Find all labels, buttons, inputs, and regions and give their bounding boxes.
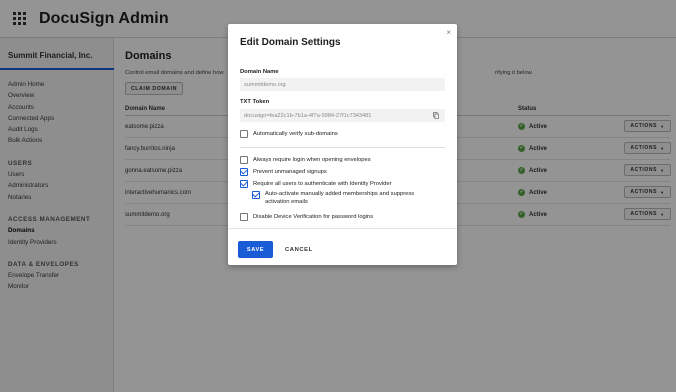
domain-name-field: summitdemo.org [240, 78, 445, 91]
domain-name-label: Domain Name [240, 69, 279, 75]
copy-icon[interactable] [433, 112, 439, 119]
auto-activate-label-line1: Auto-activate manually added memberships… [265, 191, 415, 197]
txt-token-value: docusign=fea22c1b-7b1a-4f7a-9984-27f1c73… [244, 112, 372, 119]
auto-verify-label: Automatically verify sub-domains [253, 131, 338, 137]
auto-activate-option[interactable]: Auto-activate manually added memberships… [252, 191, 414, 206]
require-idp-label: Require all users to authenticate with I… [253, 181, 392, 187]
auto-activate-checkbox[interactable] [252, 191, 260, 199]
prevent-signups-checkbox[interactable] [240, 168, 248, 176]
disable-device-verification-option[interactable]: Disable Device Verification for password… [240, 213, 373, 221]
require-login-label: Always require login when opening envelo… [253, 157, 371, 163]
dialog-title: Edit Domain Settings [240, 37, 341, 48]
edit-domain-settings-dialog: × Edit Domain Settings Domain Name summi… [228, 24, 457, 265]
dialog-footer-divider [228, 228, 457, 229]
disable-device-verification-label: Disable Device Verification for password… [253, 214, 374, 220]
divider [240, 147, 445, 148]
auto-verify-option[interactable]: Automatically verify sub-domains [240, 130, 338, 138]
require-login-checkbox[interactable] [240, 156, 248, 164]
require-login-option[interactable]: Always require login when opening envelo… [240, 156, 371, 164]
save-button[interactable]: SAVE [238, 241, 273, 258]
auto-activate-label: Auto-activate manually added memberships… [265, 191, 414, 206]
close-icon[interactable]: × [446, 28, 451, 37]
txt-token-field: docusign=fea22c1b-7b1a-4f7a-9984-27f1c73… [240, 109, 445, 122]
txt-token-label: TXT Token [240, 99, 270, 105]
prevent-signups-label: Prevent unmanaged signups [253, 169, 327, 175]
auto-activate-label-line2: activation emails [265, 198, 308, 205]
cancel-button[interactable]: CANCEL [285, 241, 313, 258]
require-idp-checkbox[interactable] [240, 180, 248, 188]
require-idp-option[interactable]: Require all users to authenticate with I… [240, 180, 392, 188]
domain-name-value: summitdemo.org [244, 81, 286, 88]
prevent-signups-option[interactable]: Prevent unmanaged signups [240, 168, 327, 176]
disable-device-verification-checkbox[interactable] [240, 213, 248, 221]
auto-verify-checkbox[interactable] [240, 130, 248, 138]
